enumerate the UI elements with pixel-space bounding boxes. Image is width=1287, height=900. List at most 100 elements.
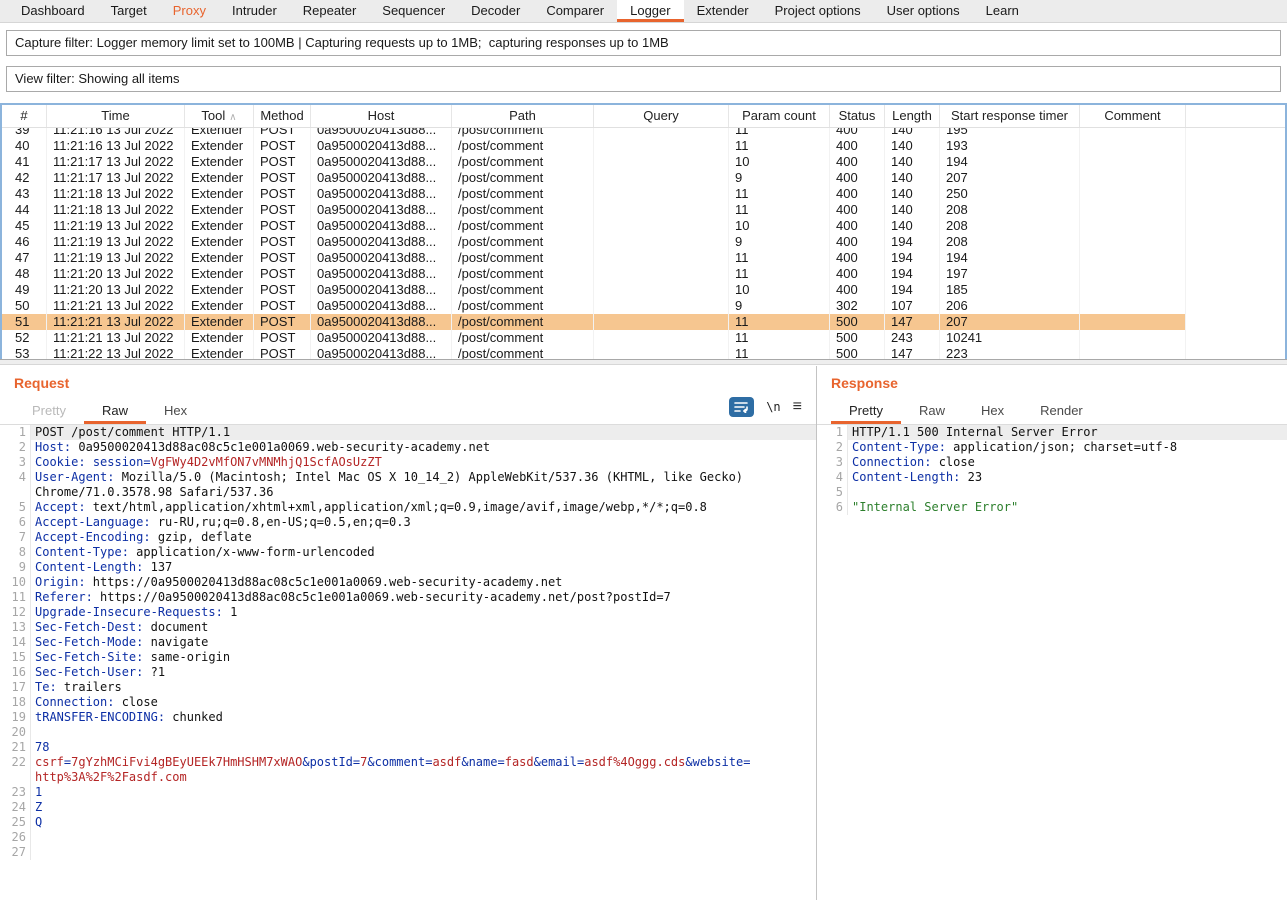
cell-param_count: 10 [729,154,830,170]
response-tab-pretty[interactable]: Pretty [831,399,901,424]
column-header-comment[interactable]: Comment [1080,105,1186,127]
column-header-query[interactable]: Query [594,105,729,127]
column-header-param-count[interactable]: Param count [729,105,830,127]
column-header-start-response-timer[interactable]: Start response timer [940,105,1080,127]
menu-item-extender[interactable]: Extender [684,0,762,22]
menu-item-proxy[interactable]: Proxy [160,0,219,22]
table-row[interactable]: 5111:21:21 13 Jul 2022ExtenderPOST0a9500… [2,314,1186,330]
request-editor[interactable]: 1POST /post/comment HTTP/1.12Host: 0a950… [0,425,816,900]
table-row[interactable]: 4811:21:20 13 Jul 2022ExtenderPOST0a9500… [2,266,1186,282]
line-text [847,485,1287,500]
line-text: Host: 0a9500020413d88ac08c5c1e001a0069.w… [30,440,816,455]
cell-tool: Extender [185,138,254,154]
line-number: 13 [0,620,30,635]
cell-num: 45 [2,218,47,234]
code-line: 2Content-Type: application/json; charset… [817,440,1287,455]
menu-item-project-options[interactable]: Project options [762,0,874,22]
table-row[interactable]: 5311:21:22 13 Jul 2022ExtenderPOST0a9500… [2,346,1186,359]
table-row[interactable]: 5011:21:21 13 Jul 2022ExtenderPOST0a9500… [2,298,1186,314]
newline-icon[interactable]: \n [766,400,780,414]
view-filter-bar[interactable]: View filter: Showing all items [6,66,1281,92]
capture-filter-bar[interactable]: Capture filter: Logger memory limit set … [6,30,1281,56]
cell-query [594,218,729,234]
table-row[interactable]: 5211:21:21 13 Jul 2022ExtenderPOST0a9500… [2,330,1186,346]
column-header-spacer[interactable] [1186,105,1287,127]
response-editor[interactable]: 1HTTP/1.1 500 Internal Server Error2Cont… [817,425,1287,900]
line-text: Q [30,815,816,830]
menu-item-repeater[interactable]: Repeater [290,0,369,22]
code-line: 1POST /post/comment HTTP/1.1 [0,425,816,440]
cell-time: 11:21:19 13 Jul 2022 [47,218,185,234]
column-header-status[interactable]: Status [830,105,885,127]
table-row[interactable]: 4611:21:19 13 Jul 2022ExtenderPOST0a9500… [2,234,1186,250]
column-header-tool[interactable]: Tool∧ [185,105,254,127]
cell-tool: Extender [185,218,254,234]
request-tab-hex[interactable]: Hex [146,399,205,424]
cell-status: 500 [830,346,885,359]
cell-path: /post/comment [452,138,594,154]
table-row[interactable]: 4011:21:16 13 Jul 2022ExtenderPOST0a9500… [2,138,1186,154]
code-line: 5 [817,485,1287,500]
line-text: Chrome/71.0.3578.98 Safari/537.36 [30,485,816,500]
column-header-method[interactable]: Method [254,105,311,127]
response-tab-hex[interactable]: Hex [963,399,1022,424]
menu-item-dashboard[interactable]: Dashboard [8,0,98,22]
menu-item-target[interactable]: Target [98,0,160,22]
cell-param_count: 9 [729,170,830,186]
request-tab-pretty[interactable]: Pretty [14,399,84,424]
line-number: 1 [817,425,847,440]
cell-param_count: 11 [729,346,830,359]
table-row[interactable]: 4111:21:17 13 Jul 2022ExtenderPOST0a9500… [2,154,1186,170]
menu-item-user-options[interactable]: User options [874,0,973,22]
cell-host: 0a9500020413d88... [311,202,452,218]
table-row[interactable]: 4211:21:17 13 Jul 2022ExtenderPOST0a9500… [2,170,1186,186]
column-header-host[interactable]: Host [311,105,452,127]
line-number: 19 [0,710,30,725]
table-row[interactable]: 4711:21:19 13 Jul 2022ExtenderPOST0a9500… [2,250,1186,266]
cell-status: 400 [830,282,885,298]
line-number: 2 [817,440,847,455]
line-text: Accept: text/html,application/xhtml+xml,… [30,500,816,515]
cell-tool: Extender [185,154,254,170]
cell-time: 11:21:22 13 Jul 2022 [47,346,185,359]
menu-item-comparer[interactable]: Comparer [533,0,617,22]
table-row[interactable]: 4311:21:18 13 Jul 2022ExtenderPOST0a9500… [2,186,1186,202]
table-row[interactable]: 4411:21:18 13 Jul 2022ExtenderPOST0a9500… [2,202,1186,218]
cell-timer: 194 [940,154,1080,170]
response-tab-raw[interactable]: Raw [901,399,963,424]
cell-tool: Extender [185,128,254,138]
code-line: Chrome/71.0.3578.98 Safari/537.36 [0,485,816,500]
request-tab-raw[interactable]: Raw [84,399,146,424]
editor-menu-icon[interactable]: ≡ [793,399,802,415]
menu-item-logger[interactable]: Logger [617,0,683,22]
menu-item-intruder[interactable]: Intruder [219,0,290,22]
line-number: 25 [0,815,30,830]
table-row[interactable]: 4911:21:20 13 Jul 2022ExtenderPOST0a9500… [2,282,1186,298]
line-text: Sec-Fetch-Dest: document [30,620,816,635]
column-header-num[interactable]: # [2,105,47,127]
line-text: HTTP/1.1 500 Internal Server Error [847,425,1287,440]
cell-timer: 195 [940,128,1080,138]
request-panel: Request PrettyRawHex \n ≡ 1POST /post/co… [0,366,817,900]
cell-comment [1080,298,1186,314]
column-header-time[interactable]: Time [47,105,185,127]
cell-status: 302 [830,298,885,314]
code-line: 5Accept: text/html,application/xhtml+xml… [0,500,816,515]
cell-num: 42 [2,170,47,186]
response-tab-render[interactable]: Render [1022,399,1101,424]
line-text: Te: trailers [30,680,816,695]
cell-time: 11:21:20 13 Jul 2022 [47,282,185,298]
horizontal-splitter[interactable] [0,359,1287,365]
line-text: Upgrade-Insecure-Requests: 1 [30,605,816,620]
menu-item-learn[interactable]: Learn [973,0,1032,22]
line-number: 12 [0,605,30,620]
column-header-length[interactable]: Length [885,105,940,127]
table-row[interactable]: 4511:21:19 13 Jul 2022ExtenderPOST0a9500… [2,218,1186,234]
table-row[interactable]: 3911:21:16 13 Jul 2022ExtenderPOST0a9500… [2,128,1186,138]
line-text: 1 [30,785,816,800]
line-number: 8 [0,545,30,560]
menu-item-decoder[interactable]: Decoder [458,0,533,22]
menu-item-sequencer[interactable]: Sequencer [369,0,458,22]
column-header-path[interactable]: Path [452,105,594,127]
wrap-lines-icon[interactable] [729,397,754,417]
